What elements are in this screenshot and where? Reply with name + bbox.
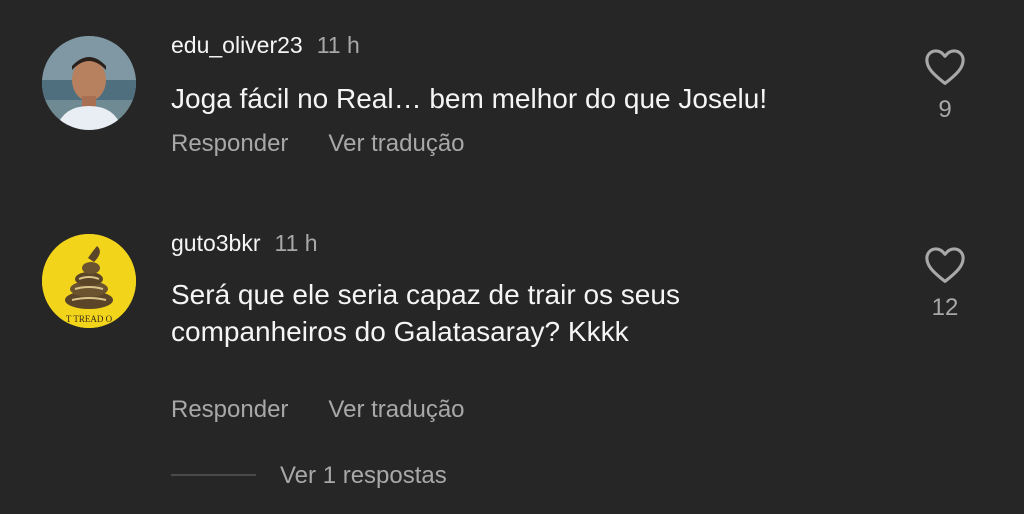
translate-button[interactable]: Ver tradução: [328, 130, 464, 157]
username[interactable]: edu_oliver23: [171, 32, 303, 58]
avatar-photo: [42, 36, 136, 130]
heart-icon[interactable]: [924, 48, 966, 86]
like-count: 9: [938, 96, 952, 123]
timestamp: 11 h: [274, 230, 318, 256]
heart-icon[interactable]: [924, 246, 966, 284]
like-control: 9: [920, 48, 970, 124]
avatar-snake-image: T TREAD O: [42, 234, 136, 328]
comment-item: edu_oliver23 11 h Joga fácil no Real… bem…: [0, 0, 1024, 200]
reply-button[interactable]: Responder: [171, 396, 288, 423]
comment-meta: edu_oliver23 11 h: [171, 31, 360, 59]
avatar[interactable]: T TREAD O: [42, 234, 136, 328]
replies-divider: [171, 474, 256, 476]
comment-actions: Responder Ver tradução: [171, 395, 465, 425]
reply-button[interactable]: Responder: [171, 130, 288, 157]
like-count: 12: [931, 294, 959, 321]
comment-text: Será que ele seria capaz de trair os seu…: [171, 279, 680, 347]
comment-item: T TREAD O guto3bkr 11 h Será que ele seri…: [0, 200, 1024, 440]
translate-button[interactable]: Ver tradução: [328, 396, 464, 423]
timestamp: 11 h: [316, 32, 360, 58]
username[interactable]: guto3bkr: [171, 230, 261, 256]
comment-meta: guto3bkr 11 h: [171, 229, 318, 257]
avatar-lettering: T TREAD O: [66, 314, 113, 324]
comment-actions: Responder Ver tradução: [171, 129, 465, 159]
like-control: 12: [920, 246, 970, 322]
avatar[interactable]: [42, 36, 136, 130]
view-replies-button[interactable]: Ver 1 respostas: [280, 462, 447, 490]
comment-text: Joga fácil no Real… bem melhor do que Jo…: [171, 83, 768, 114]
